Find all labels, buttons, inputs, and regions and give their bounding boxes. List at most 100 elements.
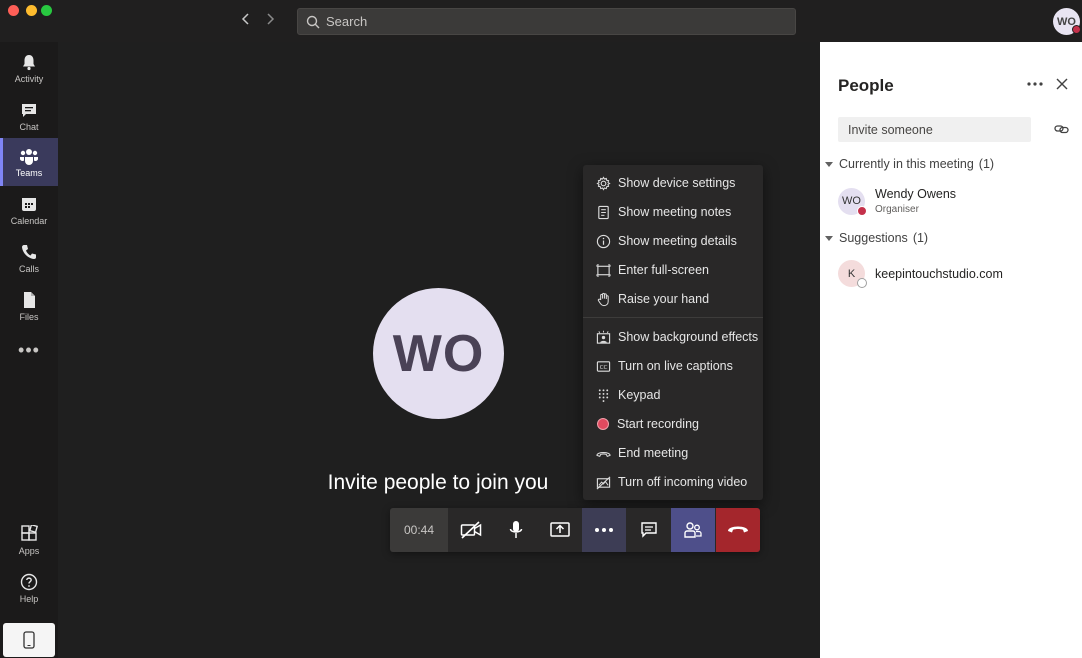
more-apps-button[interactable]: •••: [0, 330, 58, 370]
fullscreen-icon: [596, 263, 611, 277]
menu-item-background-effects[interactable]: Show background effects: [583, 323, 763, 351]
user-avatar[interactable]: WO: [1053, 8, 1081, 35]
captions-icon: CC: [596, 360, 611, 372]
invite-people-text: Invite people to join you: [327, 471, 549, 494]
mobile-device-button[interactable]: [3, 623, 55, 657]
menu-label: Show device settings: [618, 176, 736, 190]
more-actions-button[interactable]: [582, 508, 626, 552]
menu-item-start-recording[interactable]: Start recording: [583, 410, 763, 438]
rail-item-calls[interactable]: Calls: [0, 234, 58, 282]
chevron-down-icon: [825, 161, 833, 167]
section-label: Currently in this meeting: [839, 157, 974, 171]
rail-label-files: Files: [19, 311, 39, 322]
share-screen-button[interactable]: [538, 508, 582, 552]
panel-more-options-button[interactable]: [1026, 76, 1044, 92]
section-label: Suggestions: [839, 231, 908, 245]
end-meeting-icon: [596, 451, 611, 457]
title-bar: Search WO: [0, 0, 1082, 42]
panel-title: People: [838, 76, 894, 95]
menu-label: Show background effects: [618, 330, 759, 344]
menu-divider: [583, 317, 763, 318]
teams-icon: [20, 148, 38, 165]
menu-item-device-settings[interactable]: Show device settings: [583, 169, 763, 197]
menu-item-meeting-notes[interactable]: Show meeting notes: [583, 198, 763, 226]
suggestion-name: keepintouchstudio.com: [875, 266, 1003, 281]
rail-item-chat[interactable]: Chat: [0, 92, 58, 140]
help-icon: [20, 573, 38, 590]
info-icon: [596, 234, 611, 248]
rail-item-files[interactable]: Files: [0, 282, 58, 330]
video-off-icon: [596, 475, 611, 489]
invite-someone-input[interactable]: [838, 117, 1031, 142]
participant-role: Organiser: [875, 204, 919, 215]
section-current-participants[interactable]: Currently in this meeting (1): [825, 157, 994, 171]
suggestion-item[interactable]: K keepintouchstudio.com: [838, 260, 1003, 288]
more-options-icon: [1027, 82, 1043, 86]
hang-up-icon: [728, 526, 748, 533]
participant-initials: WO: [392, 324, 485, 383]
menu-item-full-screen[interactable]: Enter full-screen: [583, 256, 763, 284]
participant-avatar-large: WO: [373, 288, 504, 419]
show-conversation-button[interactable]: [627, 508, 671, 552]
calendar-icon: [22, 197, 36, 211]
rail-label-help: Help: [19, 593, 39, 604]
gear-icon: [596, 175, 611, 191]
show-participants-button[interactable]: [671, 508, 715, 552]
forward-arrow-icon[interactable]: [262, 12, 278, 30]
rail-label-calendar: Calendar: [10, 215, 48, 226]
keypad-icon: [598, 388, 609, 402]
busy-status-icon: [1072, 25, 1081, 34]
back-arrow-icon[interactable]: [238, 12, 254, 30]
minimize-window-button[interactable]: [26, 5, 37, 16]
hang-up-button[interactable]: [716, 508, 760, 552]
busy-status-icon: [857, 205, 867, 216]
rail-item-help[interactable]: Help: [0, 564, 58, 612]
more-options-icon: [595, 528, 613, 532]
rail-item-apps[interactable]: Apps: [0, 516, 58, 564]
menu-item-keypad[interactable]: Keypad: [583, 381, 763, 409]
rail-item-activity[interactable]: Activity: [0, 44, 58, 92]
menu-item-raise-hand[interactable]: Raise your hand: [583, 285, 763, 313]
menu-item-turn-off-incoming-video[interactable]: Turn off incoming video: [583, 468, 763, 496]
section-count: (1): [912, 231, 929, 245]
panel-close-button[interactable]: [1054, 76, 1070, 92]
menu-label: Enter full-screen: [618, 263, 710, 277]
menu-label: Turn off incoming video: [618, 475, 748, 489]
suggestion-avatar: K: [838, 260, 867, 288]
menu-item-end-meeting[interactable]: End meeting: [583, 439, 763, 467]
microphone-toggle-button[interactable]: [494, 508, 538, 552]
call-timer: 00:44: [390, 508, 448, 552]
participant-initials: WO: [842, 195, 861, 207]
close-window-button[interactable]: [8, 5, 19, 16]
camera-off-icon: [460, 521, 482, 539]
chat-icon: [22, 103, 36, 117]
notes-icon: [598, 205, 609, 219]
camera-toggle-button[interactable]: [449, 508, 493, 552]
conversation-icon: [641, 522, 657, 538]
call-controls-bar: 00:44: [390, 508, 760, 552]
menu-label: Show meeting notes: [618, 205, 732, 219]
rail-item-teams[interactable]: Teams: [0, 138, 58, 186]
menu-label: End meeting: [618, 446, 689, 460]
menu-item-live-captions[interactable]: CC Turn on live captions: [583, 352, 763, 380]
chevron-down-icon: [825, 235, 833, 241]
copy-join-link-button[interactable]: [1054, 122, 1070, 136]
share-screen-icon: [550, 522, 570, 537]
mobile-phone-icon: [23, 631, 35, 649]
menu-label: Show meeting details: [618, 234, 737, 248]
microphone-icon: [509, 521, 523, 538]
participants-icon: [684, 522, 702, 538]
zoom-window-button[interactable]: [41, 5, 52, 16]
search-box[interactable]: Search: [297, 8, 796, 35]
menu-item-meeting-details[interactable]: Show meeting details: [583, 227, 763, 255]
menu-label: Keypad: [618, 388, 661, 402]
participant-item[interactable]: WO Wendy Owens Organiser: [838, 187, 956, 216]
search-icon: [306, 15, 320, 28]
section-suggestions[interactable]: Suggestions (1): [825, 231, 928, 245]
rail-item-calendar[interactable]: Calendar: [0, 186, 58, 234]
menu-label: Raise your hand: [618, 292, 710, 306]
rail-label-activity: Activity: [14, 73, 44, 84]
file-icon: [24, 291, 35, 308]
search-placeholder: Search: [326, 14, 368, 29]
rail-label-apps: Apps: [18, 545, 40, 556]
